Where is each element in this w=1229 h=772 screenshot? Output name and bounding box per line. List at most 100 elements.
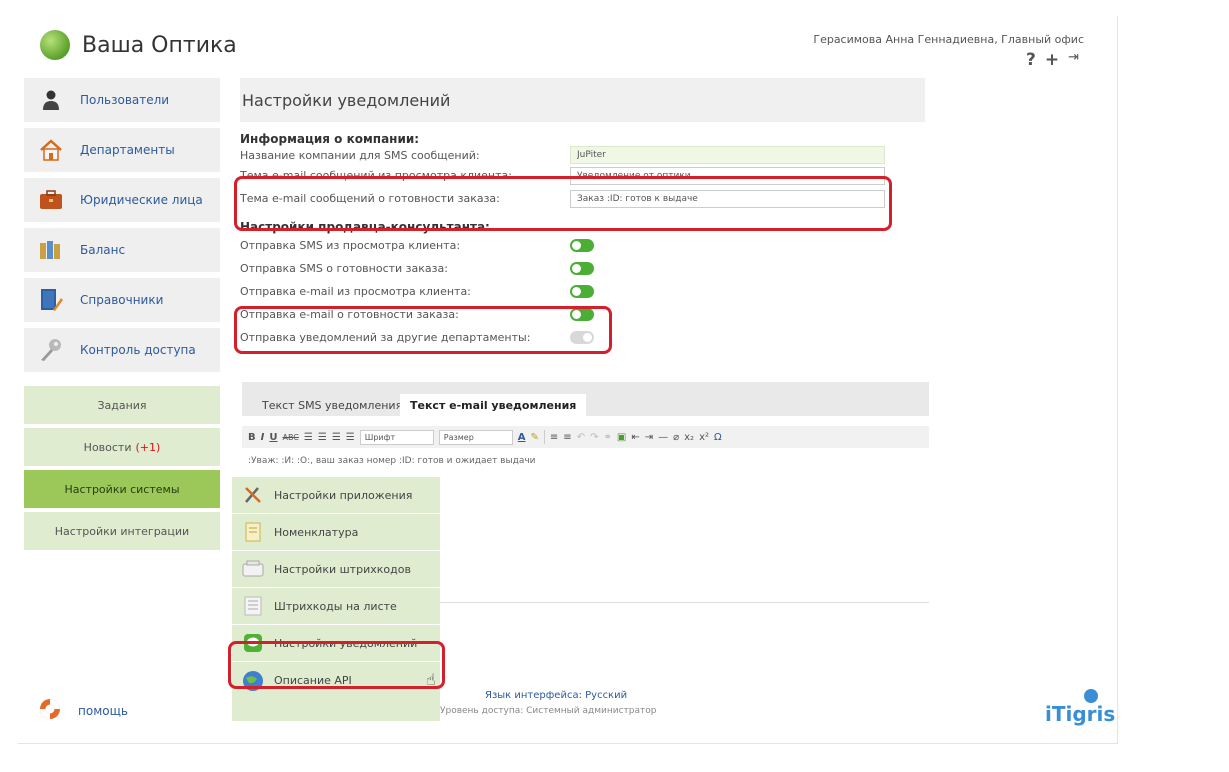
highlight-color-icon[interactable]: ✎ xyxy=(531,432,539,443)
menu-item-nomenclature[interactable]: Номенклатура xyxy=(232,514,440,551)
pointer-cursor-icon: ☝ xyxy=(426,670,436,689)
sms-view-toggle[interactable] xyxy=(570,239,594,252)
horizontal-rule-icon[interactable]: — xyxy=(658,432,668,443)
lifebuoy-icon xyxy=(38,697,62,725)
undo-icon[interactable]: ↶ xyxy=(577,432,585,443)
chat-icon xyxy=(242,632,264,654)
email-subject-view-row: Тема e-mail сообщений из просмотра клиен… xyxy=(240,164,925,187)
image-icon[interactable]: ▣ xyxy=(617,432,626,443)
sidebar-item-label: Пользователи xyxy=(80,93,170,107)
sidebar-item-label: Контроль доступа xyxy=(80,343,196,357)
menu-item-barcodes-sheet[interactable]: Штрихкоды на листе xyxy=(232,588,440,625)
align-justify-icon[interactable]: ☰ xyxy=(346,432,355,443)
clear-format-icon[interactable]: ⌀ xyxy=(673,432,679,443)
current-user[interactable]: Герасимова Анна Геннадиевна, Главный офи… xyxy=(813,33,1084,46)
home-icon xyxy=(38,137,64,163)
toggle-label: Отправка SMS из просмотра клиента: xyxy=(240,239,461,252)
outdent-icon[interactable]: ⇤ xyxy=(631,432,639,443)
indent-icon[interactable]: ⇥ xyxy=(645,432,653,443)
interface-language[interactable]: Язык интерфейса: Русский xyxy=(485,690,627,701)
menu-item-label: Настройки приложения xyxy=(274,488,413,502)
size-select[interactable]: Размер xyxy=(438,429,513,445)
size-select-value: Размер xyxy=(443,432,474,442)
sidebar-item-balance[interactable]: Баланс xyxy=(24,228,220,272)
sidebar-item-system-settings[interactable]: Настройки системы xyxy=(24,470,220,508)
bold-icon[interactable]: B xyxy=(248,432,256,443)
sms-ready-toggle[interactable] xyxy=(570,262,594,275)
align-left-icon[interactable]: ☰ xyxy=(304,432,313,443)
sidebar-item-legal[interactable]: Юридические лица xyxy=(24,178,220,222)
sidebar-item-references[interactable]: Справочники xyxy=(24,278,220,322)
link-icon[interactable]: ⚭ xyxy=(603,432,611,443)
news-count-badge: (+1) xyxy=(135,440,161,454)
sidebar-item-label: Баланс xyxy=(80,243,126,257)
email-view-toggle[interactable] xyxy=(570,285,594,298)
menu-item-label: Описание API xyxy=(274,674,352,687)
toggle-label: Отправка e-mail о готовности заказа: xyxy=(240,308,459,321)
superscript-icon[interactable]: x² xyxy=(699,432,709,443)
italic-icon[interactable]: I xyxy=(261,432,265,443)
special-char-icon[interactable]: Ω xyxy=(714,432,722,443)
add-icon[interactable]: + xyxy=(1045,50,1059,70)
sidebar-item-access[interactable]: Контроль доступа xyxy=(24,328,220,372)
menu-item-label: Настройки штрихкодов xyxy=(274,562,411,576)
menu-item-barcode-settings[interactable]: Настройки штрихкодов xyxy=(232,551,440,588)
font-select[interactable]: Шрифт xyxy=(359,429,434,445)
toggle-label: Отправка уведомлений за другие департаме… xyxy=(240,331,531,344)
sidebar: Пользователи Департаменты Юридические ли… xyxy=(24,78,220,554)
app-logo[interactable]: Ваша Оптика xyxy=(40,30,237,60)
email-ready-toggle[interactable] xyxy=(570,308,594,321)
email-subject-ready-row: Тема e-mail сообщений о готовности заказ… xyxy=(240,187,925,210)
email-subject-ready-label: Тема e-mail сообщений о готовности заказ… xyxy=(240,192,500,205)
document-icon xyxy=(242,521,264,543)
email-subject-view-label: Тема e-mail сообщений из просмотра клиен… xyxy=(240,169,512,182)
bullet-list-icon[interactable]: ≡ xyxy=(550,432,558,443)
sidebar-item-label: Юридические лица xyxy=(80,193,203,207)
other-departments-toggle[interactable] xyxy=(570,331,594,344)
sidebar-item-integration-settings[interactable]: Настройки интеграции xyxy=(24,512,220,550)
align-center-icon[interactable]: ☰ xyxy=(318,432,327,443)
toggle-label: Отправка SMS о готовности заказа: xyxy=(240,262,448,275)
globe-icon xyxy=(242,670,264,692)
toolbar-divider xyxy=(543,430,545,444)
align-right-icon[interactable]: ☰ xyxy=(332,432,341,443)
numbered-list-icon[interactable]: ≡ xyxy=(563,432,571,443)
tab-email-text[interactable]: Текст e-mail уведомления xyxy=(400,394,587,416)
help-link[interactable]: помощь xyxy=(38,697,128,725)
email-subject-view-field[interactable] xyxy=(570,166,885,185)
keyboard-icon xyxy=(242,558,264,580)
menu-item-label: Настройки уведомлений xyxy=(274,636,418,650)
page-title: Настройки уведомлений xyxy=(240,78,925,122)
menu-item-api-description[interactable]: Описание API xyxy=(232,662,440,699)
company-name-field[interactable] xyxy=(570,146,885,164)
barcode-sheet-icon xyxy=(242,595,264,617)
menu-item-app-settings[interactable]: Настройки приложения xyxy=(232,477,440,514)
redo-icon[interactable]: ↷ xyxy=(590,432,598,443)
email-subject-ready-field[interactable] xyxy=(570,189,885,208)
strikethrough-icon[interactable]: ABC xyxy=(282,433,298,442)
sidebar-item-news[interactable]: Новости (+1) xyxy=(24,428,220,466)
editor-tabs: Текст SMS уведомления Текст e-mail уведо… xyxy=(242,382,929,416)
sidebar-item-departments[interactable]: Департаменты xyxy=(24,128,220,172)
tab-sms-text[interactable]: Текст SMS уведомления xyxy=(252,394,412,416)
tools-icon xyxy=(242,484,264,506)
editor-bottom-border xyxy=(438,602,929,603)
subscript-icon[interactable]: x₂ xyxy=(684,432,694,443)
help-icon[interactable]: ? xyxy=(1026,50,1036,70)
sidebar-item-users[interactable]: Пользователи xyxy=(24,78,220,122)
editor-toolbar: B I U ABC ☰ ☰ ☰ ☰ Шрифт Размер A ✎ ≡ ≡ ↶… xyxy=(242,426,929,448)
menu-item-notification-settings[interactable]: Настройки уведомлений xyxy=(232,625,440,662)
toggle-row: Отправка SMS о готовности заказа: xyxy=(240,257,925,280)
logout-icon[interactable]: ⇥ xyxy=(1068,50,1079,70)
sidebar-item-label: Настройки интеграции xyxy=(54,524,190,538)
main-panel: Настройки уведомлений Информация о компа… xyxy=(240,78,925,349)
underline-icon[interactable]: U xyxy=(269,432,277,443)
brand-name: iTigris xyxy=(1045,702,1116,726)
sidebar-item-tasks[interactable]: Задания xyxy=(24,386,220,424)
email-template-text[interactable]: :Уваж: :И: :О:, ваш заказ номер :ID: гот… xyxy=(248,456,536,466)
system-settings-submenu: Настройки приложения Номенклатура Настро… xyxy=(232,477,440,721)
menu-item-label: Номенклатура xyxy=(274,525,359,539)
sidebar-item-label: Новости xyxy=(83,440,132,454)
text-color-icon[interactable]: A xyxy=(518,432,526,443)
toggle-row: Отправка уведомлений за другие департаме… xyxy=(240,326,925,349)
